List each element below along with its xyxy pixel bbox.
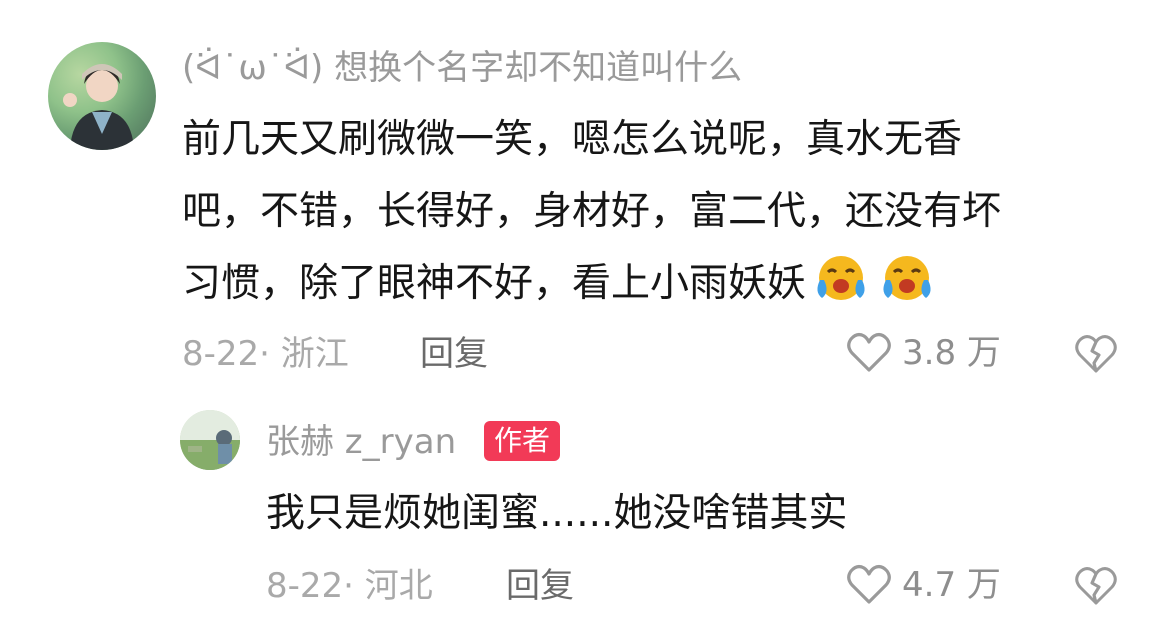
like-button[interactable]: 3.8 万 (846, 330, 1001, 376)
comment-text: 前几天又刷微微一笑，嗯怎么说呢，真水无香 吧，不错，长得好，身材好，富二代，还没… (182, 104, 1122, 320)
crying-face-icon (883, 256, 931, 300)
avatar-landscape-icon (180, 410, 240, 470)
reply-button[interactable]: 回复 (420, 334, 488, 374)
reply-date-location: 8-22· 河北 (266, 566, 433, 606)
avatar-portrait-icon (63, 64, 134, 150)
user-avatar[interactable] (48, 42, 156, 150)
comment-username[interactable]: (ᐛ˙ω˙ᐛ) 想换个名字却不知道叫什么 (182, 48, 742, 88)
heart-icon (847, 332, 891, 372)
like-count: 3.8 万 (902, 333, 1001, 373)
broken-heart-icon[interactable] (1074, 333, 1118, 377)
like-count: 4.7 万 (902, 565, 1001, 605)
reply-button[interactable]: 回复 (506, 566, 574, 606)
comment-thread: (ᐛ˙ω˙ᐛ) 想换个名字却不知道叫什么 前几天又刷微微一笑，嗯怎么说呢，真水无… (0, 0, 1170, 643)
comment-text-line: 吧，不错，长得好，身材好，富二代，还没有坏 (182, 189, 1002, 234)
reply-text: 我只是烦她闺蜜......她没啥错其实 (266, 491, 848, 536)
author-badge: 作者 (484, 421, 561, 461)
heart-icon (847, 564, 891, 604)
author-avatar[interactable] (180, 410, 240, 470)
author-username[interactable]: 张赫 z_ryan (266, 422, 456, 462)
broken-heart-icon[interactable] (1074, 565, 1118, 609)
crying-face-icon (817, 256, 865, 300)
comment-text-line: 习惯，除了眼神不好，看上小雨妖妖 (182, 248, 1122, 320)
like-button[interactable]: 4.7 万 (846, 562, 1001, 608)
comment-text-line: 前几天又刷微微一笑，嗯怎么说呢，真水无香 (182, 117, 963, 162)
comment-date-location: 8-22· 浙江 (182, 334, 349, 374)
comment-text-line-content: 习惯，除了眼神不好，看上小雨妖妖 (182, 261, 807, 306)
